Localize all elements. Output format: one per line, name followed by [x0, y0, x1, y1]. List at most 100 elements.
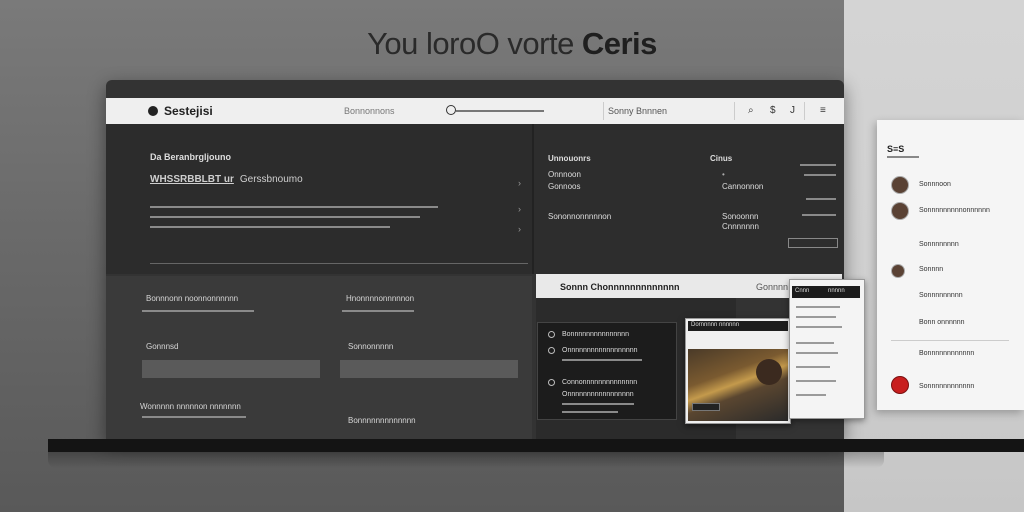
divider [891, 340, 1009, 341]
section-title: Sonnn Chonnnnnnnnnnnnn [560, 282, 680, 292]
record-icon[interactable] [891, 376, 909, 394]
sidebar-item-label[interactable]: Sonnnn [919, 266, 943, 273]
sidebar-item-label[interactable]: Bonn onnnnnn [919, 319, 965, 326]
list-item[interactable]: Onnnnnnnnnnnnnnnnn [562, 391, 634, 398]
grid-label: Sonnonnnnn [348, 342, 394, 351]
text-line [142, 416, 246, 418]
document-header: Cnnn nnnnn [792, 286, 860, 298]
title-underline [887, 156, 919, 158]
headline-brand: Ceris [581, 26, 658, 61]
list-item[interactable]: Connonnnnnnnnnnnnnn [562, 379, 637, 386]
nav-link[interactable]: Bonnonnons [344, 106, 395, 116]
option-list: Bonnnnnnnnnnnnnnn Onnnnnnnnnnnnnnnnnn Co… [537, 322, 677, 420]
column-item[interactable]: Cannonnon [722, 182, 763, 191]
menu-icon[interactable]: ≡ [820, 105, 826, 116]
avatar[interactable] [891, 176, 909, 194]
headline-text: You loroO vorte [367, 26, 574, 61]
image-caption [692, 403, 720, 411]
action-button[interactable] [788, 238, 838, 248]
grid-label: Bonnnonn noonnonnnnnn [146, 294, 239, 303]
sidebar-item-label[interactable]: Sonnnnnnnnnnnn [919, 383, 974, 390]
chevron-icon[interactable]: › [518, 178, 521, 188]
text-line [796, 342, 834, 344]
grid-label: Wonnnnn nnnnnon nnnnnnn [140, 402, 241, 411]
text-line [804, 174, 836, 176]
sidebar-item-label[interactable]: Sonnnnnnnn [919, 241, 959, 248]
sidebar-item-label[interactable]: Sonnnnnnnnn [919, 292, 963, 299]
desk-shadow [48, 452, 884, 468]
column-item[interactable]: Onnnoon [548, 170, 581, 179]
body-text-line [150, 206, 438, 208]
document-header-label: Cnnn [795, 288, 810, 294]
chevron-icon[interactable]: › [518, 204, 521, 214]
text-line [796, 352, 838, 354]
section-link[interactable]: Gonnnn [756, 282, 788, 292]
body-text-line [150, 226, 390, 228]
document-header-label-2: nnnnn [828, 288, 845, 294]
text-line [802, 214, 836, 216]
body-text-line [150, 216, 420, 218]
search-icon [446, 105, 456, 115]
text-line [796, 326, 842, 328]
avatar[interactable] [891, 202, 909, 220]
column-item[interactable]: Sonoonnn [722, 212, 758, 221]
input-field[interactable] [142, 360, 320, 378]
search-input-line [456, 110, 544, 112]
list-item[interactable]: Bonnnnnnnnnnnnnnn [562, 331, 629, 338]
divider [150, 263, 528, 264]
media-card[interactable]: Dornnnnn nnnnnn [685, 318, 791, 424]
avatar[interactable] [891, 264, 905, 278]
media-card-title: Dornnnnn nnnnnn [691, 322, 740, 328]
person-image [756, 359, 782, 385]
sidebar-card: S≡S Sonnnoon Sonnnnnnnnnonnnnnn Sonnnnnn… [877, 120, 1024, 410]
column-item[interactable]: Cnnnnnnn [722, 222, 759, 231]
divider [603, 102, 604, 120]
text-line [796, 380, 836, 382]
top-navigation-bar: Sestejisi Bonnonnons Sonny Bnnnen ⌕ $ J … [106, 98, 844, 124]
app-brand[interactable]: Sestejisi [164, 104, 213, 118]
input-field[interactable] [340, 360, 518, 378]
nav-link-2[interactable]: Sonny Bnnnen [608, 106, 667, 116]
media-image [688, 349, 788, 421]
chevron-icon[interactable]: › [518, 224, 521, 234]
radio-icon[interactable] [548, 347, 555, 354]
hero-subtitle-bold: WHSSRBBLBT ur [150, 174, 234, 185]
sidebar-item-label[interactable]: Sonnnnnnnnnonnnnnn [919, 207, 990, 214]
text-line [142, 310, 254, 312]
dollar-icon[interactable]: $ [770, 105, 776, 116]
search-toggle-icon[interactable]: ⌕ [748, 105, 754, 116]
text-line [800, 164, 836, 166]
divider [804, 102, 805, 120]
media-card-header: Dornnnnn nnnnnn [688, 321, 788, 331]
text-line [796, 316, 836, 318]
text-line [562, 403, 634, 405]
sidebar-title: S≡S [887, 144, 905, 154]
grid-label: Hnonnnnonnnnnon [346, 294, 415, 303]
column-title: Cinus [710, 154, 733, 163]
user-icon[interactable]: J [790, 105, 795, 116]
document-card[interactable]: Cnnn nnnnn [789, 279, 865, 419]
divider [734, 102, 735, 120]
radio-icon[interactable] [548, 379, 555, 386]
hero-title: Da Beranbrgljouno [150, 152, 232, 162]
sidebar-item-label[interactable]: Sonnnoon [919, 181, 951, 188]
page-headline: You loroO vorte Ceris [0, 26, 1024, 62]
radio-icon[interactable] [548, 331, 555, 338]
column-item[interactable]: Sononnonnnnnon [548, 212, 611, 221]
hero-panel: Da Beranbrgljouno WHSSRBBLBT ur Gerssbnou… [106, 124, 534, 274]
column-item[interactable]: Gonnoos [548, 182, 580, 191]
search-field[interactable] [446, 104, 546, 116]
hero-subtitle-rest: Gerssbnoumo [239, 174, 303, 185]
desk-surface [48, 439, 1024, 452]
info-panel: Unnouonrs Onnnoon Gonnoos Sononnonnnnnon… [534, 124, 844, 274]
grid-label: Bonnnnnnnnnnnnn [348, 416, 416, 425]
bullet-icon: • [722, 170, 725, 179]
text-line [796, 394, 826, 396]
list-item[interactable]: Onnnnnnnnnnnnnnnnnn [562, 347, 638, 354]
grid-label: Gonnnsd [146, 342, 179, 351]
logo-icon[interactable] [148, 106, 158, 116]
text-line [796, 306, 840, 308]
text-line [562, 411, 618, 413]
sidebar-item-label[interactable]: Bonnnnnnnnnnnn [919, 350, 974, 357]
text-line [562, 359, 642, 361]
